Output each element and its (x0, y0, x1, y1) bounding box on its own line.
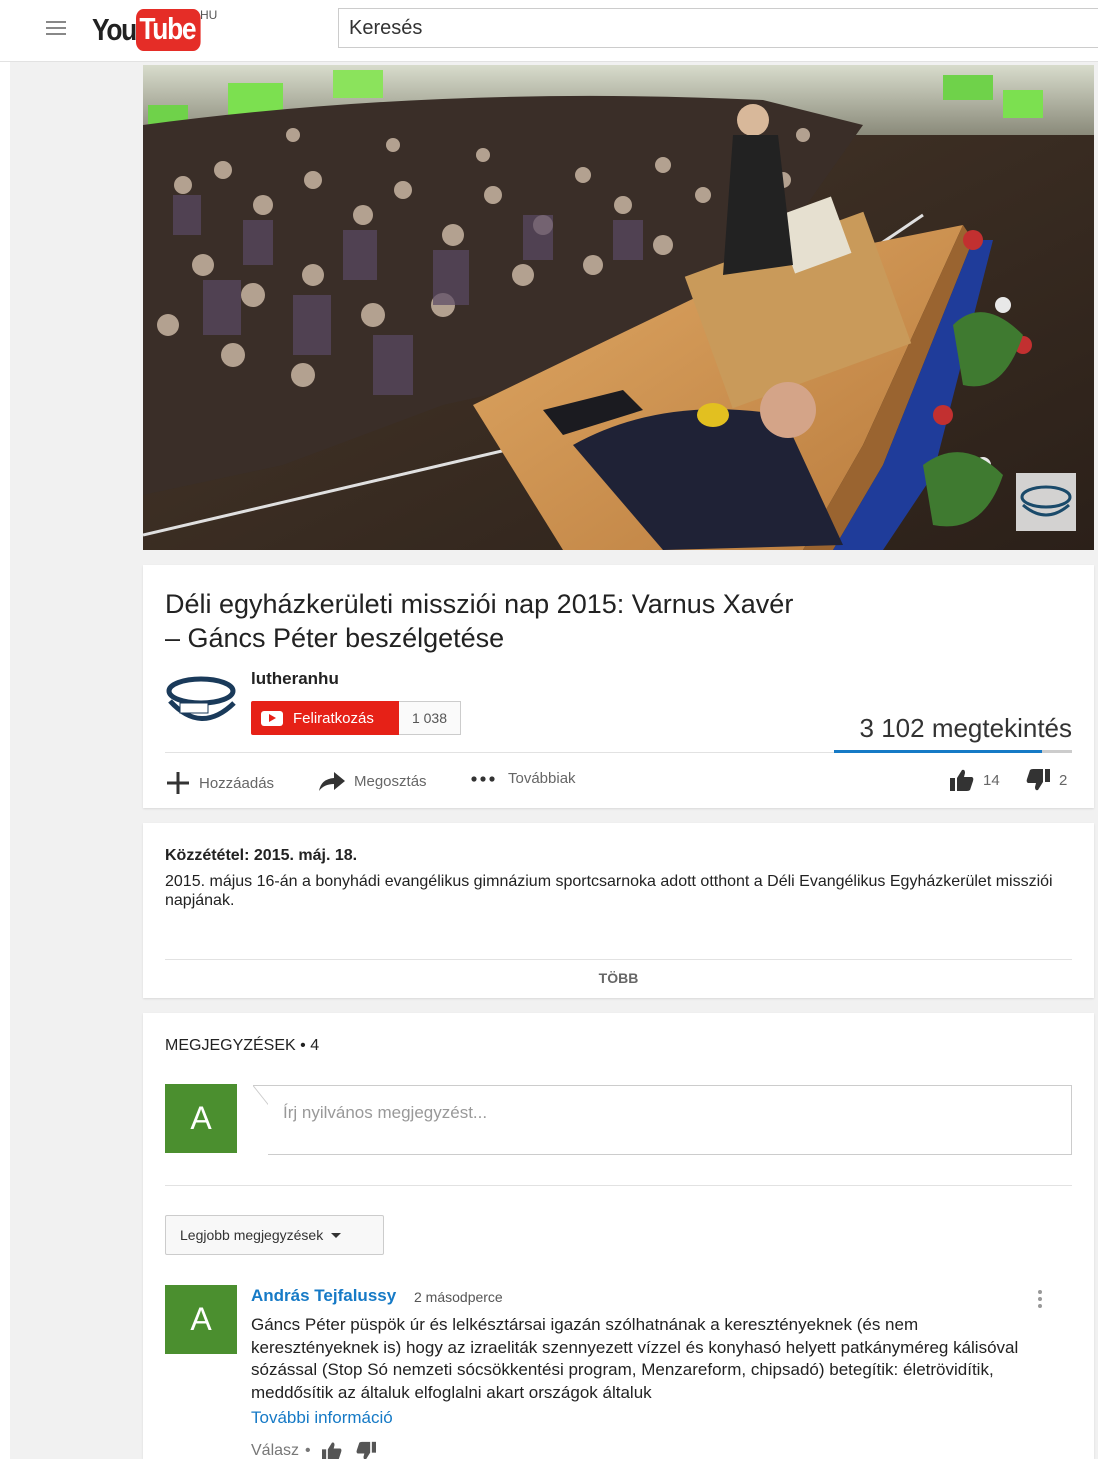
hamburger-menu-icon[interactable] (46, 21, 66, 37)
comment-timestamp[interactable]: 2 másodperce (414, 1289, 503, 1305)
dislike-button[interactable]: 2 (1025, 768, 1067, 792)
comments-card: MEGJEGYZÉSEK • 4 A Írj nyilvános megjegy… (143, 1013, 1094, 1459)
logo-you-text: You (92, 12, 137, 47)
reply-link[interactable]: Válasz (251, 1442, 299, 1459)
logo-tube-text: Tube (136, 9, 201, 51)
share-label: Megosztás (354, 772, 427, 790)
logo-country-code: HU (200, 8, 218, 22)
like-count: 14 (983, 771, 1000, 789)
comment-author-name[interactable]: András Tejfalussy (251, 1286, 396, 1306)
video-info-card: Déli egyházkerületi missziói nap 2015: V… (143, 565, 1094, 808)
youtube-play-icon (261, 710, 283, 726)
share-button[interactable]: Megosztás (318, 770, 427, 792)
video-frame-image (143, 65, 1094, 550)
channel-avatar[interactable] (164, 673, 238, 729)
subscribe-label: Feliratkozás (293, 709, 374, 727)
subscriber-count: 1 038 (399, 701, 461, 735)
thumbs-up-icon[interactable] (321, 1441, 343, 1459)
plus-icon (167, 772, 189, 794)
video-title: Déli egyházkerületi missziói nap 2015: V… (165, 589, 794, 653)
more-actions-label: Továbbiak (508, 770, 576, 787)
youtube-logo[interactable]: You Tube HU (92, 8, 217, 52)
view-count: 3 102 megtekintés (859, 713, 1072, 743)
subscribe-button[interactable]: Feliratkozás (251, 701, 399, 735)
more-dots-icon (471, 775, 495, 782)
divider (165, 959, 1072, 960)
like-button[interactable]: 14 (949, 768, 1000, 792)
share-arrow-icon (319, 772, 345, 791)
left-strip (0, 62, 10, 1459)
separator-dot: • (305, 1442, 311, 1459)
description-card: Közzététel: 2015. máj. 18. 2015. május 1… (143, 823, 1094, 998)
divider (165, 1185, 1072, 1186)
add-to-button[interactable]: Hozzáadás (165, 770, 274, 796)
channel-logo-icon (166, 676, 236, 721)
description-text: 2015. május 16-án a bonyhádi evangélikus… (165, 873, 1053, 909)
speech-tail-icon (253, 1085, 269, 1155)
more-actions-button[interactable]: Továbbiak (470, 770, 576, 787)
thumbs-down-icon (1026, 769, 1050, 791)
dislike-count: 2 (1059, 771, 1068, 789)
thumbs-up-icon (950, 769, 974, 791)
my-avatar: A (165, 1084, 237, 1153)
sort-label: Legjobb megjegyzések (180, 1227, 324, 1243)
channel-name[interactable]: lutheranhu (251, 669, 339, 689)
comment-box[interactable]: Írj nyilvános megjegyzést... (253, 1085, 1072, 1155)
video-player[interactable] (143, 65, 1094, 550)
comment-text: Gáncs Péter püspök úr és lelkésztársai i… (251, 1315, 1019, 1402)
sort-comments-dropdown[interactable]: Legjobb megjegyzések (165, 1215, 384, 1255)
read-more-link[interactable]: További információ (251, 1408, 393, 1428)
thumbs-down-icon[interactable] (355, 1441, 377, 1459)
comment-input[interactable]: Írj nyilvános megjegyzést... (268, 1085, 1072, 1155)
add-to-label: Hozzáadás (199, 774, 275, 792)
caret-down-icon (331, 1232, 342, 1238)
show-more-button[interactable]: TÖBB (143, 970, 1094, 986)
comment-actions: Válasz • (251, 1441, 389, 1459)
comment-menu-icon[interactable] (1038, 1290, 1044, 1310)
publish-date: Közzététel: 2015. máj. 18. (165, 847, 358, 864)
search-input[interactable]: Keresés (338, 8, 1098, 48)
like-sentiment-bar (834, 750, 1072, 753)
masthead: You Tube HU Keresés (0, 0, 1098, 62)
comment-author-avatar[interactable]: A (165, 1285, 237, 1354)
comments-header: MEGJEGYZÉSEK • 4 (165, 1037, 320, 1054)
like-sentiment-fill (834, 750, 1043, 753)
